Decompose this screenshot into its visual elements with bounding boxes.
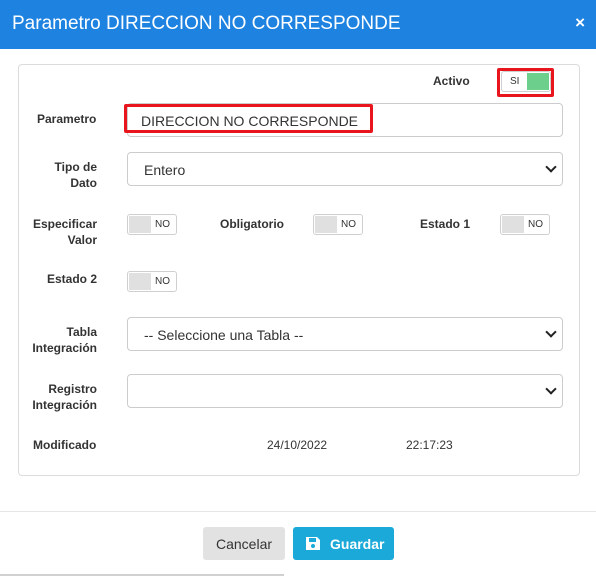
dialog-header: Parametro DIRECCION NO CORRESPONDE × [0, 0, 596, 49]
estado1-label: Estado 1 [420, 217, 471, 231]
parametro-label: Parametro [37, 112, 97, 126]
toggle-knob [129, 273, 151, 290]
tabla-integracion-value: -- Seleccione una Tabla -- [144, 327, 304, 343]
chevron-down-icon [545, 326, 557, 338]
cancel-button[interactable]: Cancelar [203, 527, 285, 560]
toggle-knob [129, 216, 151, 233]
tipo-dato-label-line1: Tipo de [54, 160, 97, 174]
tipo-dato-label-line2: Dato [70, 176, 97, 190]
modificado-date: 24/10/2022 [267, 438, 328, 452]
save-button[interactable]: Guardar [293, 527, 394, 560]
tipo-dato-label: Tipo de Dato [39, 159, 97, 191]
toggle-text: NO [341, 219, 356, 230]
especificar-valor-label-line2: Valor [67, 233, 97, 247]
tabla-integracion-label: Tabla Integración [25, 324, 97, 356]
estado1-toggle[interactable]: NO [500, 214, 550, 235]
toggle-text: NO [155, 219, 170, 230]
modificado-time: 22:17:23 [406, 438, 453, 452]
activo-toggle[interactable]: SI [501, 71, 551, 92]
tabla-integracion-label-line2: Integración [32, 341, 97, 355]
obligatorio-toggle[interactable]: NO [313, 214, 363, 235]
toggle-text: NO [528, 219, 543, 230]
toggle-knob [315, 216, 337, 233]
registro-integracion-select[interactable] [127, 374, 563, 408]
cancel-label: Cancelar [216, 536, 273, 552]
chevron-down-icon [545, 383, 557, 395]
registro-integracion-label-line2: Integración [32, 398, 97, 412]
save-label: Guardar [330, 536, 385, 552]
especificar-valor-label-line1: Especificar [32, 217, 97, 231]
estado2-label: Estado 2 [46, 272, 97, 286]
dialog-title: Parametro DIRECCION NO CORRESPONDE [12, 13, 401, 34]
tabla-integracion-label-line1: Tabla [66, 325, 97, 339]
especificar-valor-toggle[interactable]: NO [127, 214, 177, 235]
modificado-label: Modificado [33, 438, 97, 452]
registro-integracion-label-line1: Registro [48, 382, 97, 396]
parametro-highlight [124, 104, 373, 133]
tabla-integracion-select[interactable]: -- Seleccione una Tabla -- [127, 317, 563, 351]
toggle-text: NO [155, 276, 170, 287]
close-icon[interactable]: × [575, 13, 585, 33]
estado2-toggle[interactable]: NO [127, 271, 177, 292]
toggle-knob [527, 73, 549, 90]
toggle-text: SI [510, 76, 520, 87]
activo-label: Activo [433, 74, 470, 88]
chevron-down-icon [545, 161, 557, 173]
toggle-knob [502, 216, 524, 233]
footer-divider [0, 511, 596, 512]
tipo-dato-value: Entero [144, 162, 186, 178]
save-icon [306, 537, 320, 550]
form-panel: Activo SI Parametro DIRECCION NO CORRESP… [18, 64, 580, 476]
obligatorio-label: Obligatorio [220, 217, 284, 231]
registro-integracion-label: Registro Integración [25, 381, 97, 413]
especificar-valor-label: Especificar Valor [31, 216, 97, 248]
tipo-dato-select[interactable]: Entero [127, 152, 563, 186]
